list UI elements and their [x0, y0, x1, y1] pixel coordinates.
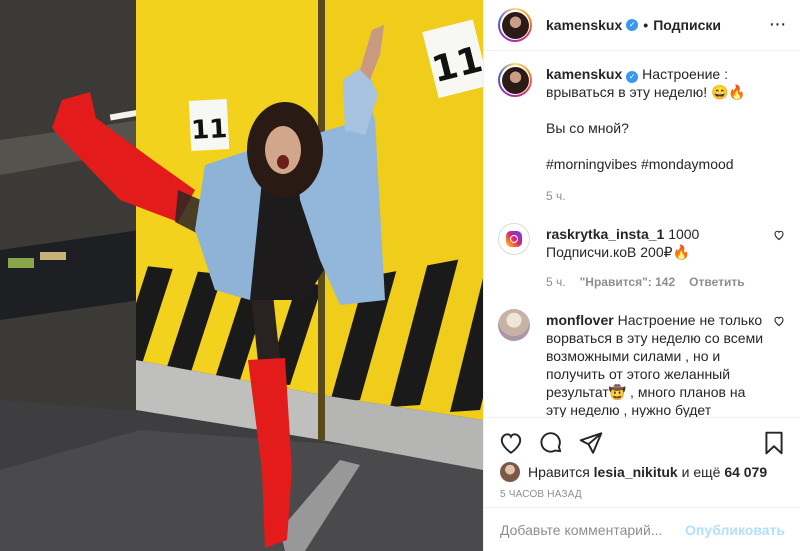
caption-avatar[interactable]: [498, 63, 532, 97]
paper-plane-icon[interactable]: [578, 430, 604, 456]
instagram-logo-icon: [506, 231, 522, 247]
photo-illustration: 11 11: [0, 0, 483, 551]
comment-input[interactable]: [500, 522, 686, 538]
comment-bubble-icon[interactable]: [538, 430, 564, 456]
comment-likes-count[interactable]: "Нравится": 142: [580, 275, 676, 289]
header-username[interactable]: kamenskux: [546, 17, 622, 33]
post-actions: Нравится lesia_nikituk и ещё 64 079 5 ЧА…: [484, 417, 800, 551]
comment-item: monflover Настроение не только ворваться…: [498, 309, 785, 417]
publish-button[interactable]: Опубликовать: [685, 522, 785, 538]
caption-avatar-image: [501, 66, 529, 94]
post-side-panel: kamenskux ✓ • Подписки ··· kamenskux ✓ На…: [483, 0, 800, 551]
comment-heart-icon[interactable]: [773, 229, 785, 241]
caption: kamenskux ✓ Настроение : врываться в эту …: [498, 63, 785, 203]
comment-form: Опубликовать: [484, 507, 800, 551]
comment-heart-icon[interactable]: [773, 315, 785, 327]
liked-by-user[interactable]: lesia_nikituk: [594, 464, 678, 480]
likes-count[interactable]: 64 079: [724, 464, 767, 480]
comment-avatar[interactable]: [498, 309, 530, 341]
photo-sign-left: 11: [190, 114, 228, 146]
liked-by-and: и ещё: [681, 464, 721, 480]
verified-badge-icon: ✓: [626, 19, 639, 31]
avatar[interactable]: [498, 8, 532, 42]
comment-item: raskrytka_insta_1 1000 Подписчи.коВ 200₽…: [498, 223, 785, 289]
liked-by-avatar[interactable]: [500, 462, 520, 482]
caption-question: Вы со мной?: [546, 120, 629, 136]
caption-username[interactable]: kamenskux: [546, 66, 622, 82]
comment-avatar[interactable]: [498, 223, 530, 255]
liked-by-prefix: Нравится: [528, 464, 590, 480]
heart-icon[interactable]: [498, 430, 524, 456]
instagram-post: 11 11 kamenskux ✓ • Подписки ··· kamensk…: [0, 0, 800, 551]
bookmark-icon[interactable]: [761, 430, 787, 456]
header-separator: •: [643, 17, 649, 33]
avatar-image: [501, 11, 529, 39]
comment-username[interactable]: monflover: [546, 312, 614, 328]
post-time-ago[interactable]: 5 ЧАСОВ НАЗАД: [500, 489, 582, 500]
liked-by: Нравится lesia_nikituk и ещё 64 079: [500, 462, 767, 482]
post-photo[interactable]: 11 11: [0, 0, 483, 551]
comment-username[interactable]: raskrytka_insta_1: [546, 226, 664, 242]
more-options-icon[interactable]: ···: [765, 12, 789, 36]
post-header: kamenskux ✓ • Подписки ···: [484, 0, 800, 51]
caption-time[interactable]: 5 ч.: [546, 189, 566, 203]
reply-button[interactable]: Ответить: [689, 275, 744, 289]
caption-hashtags[interactable]: #morningvibes #mondaymood: [546, 155, 785, 173]
comments-list[interactable]: kamenskux ✓ Настроение : врываться в эту …: [484, 51, 800, 417]
comment-time[interactable]: 5 ч.: [546, 275, 566, 289]
follow-button[interactable]: Подписки: [653, 17, 721, 33]
verified-badge-icon: ✓: [626, 71, 639, 83]
